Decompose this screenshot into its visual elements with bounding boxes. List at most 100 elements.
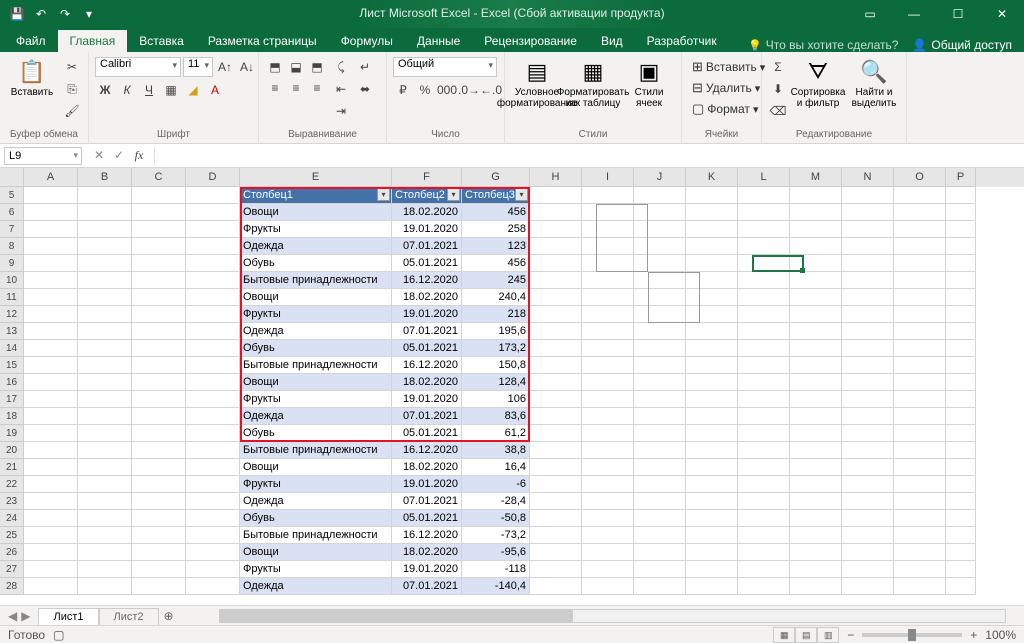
cell[interactable]: 16,4	[462, 459, 530, 476]
cell[interactable]	[790, 391, 842, 408]
cell[interactable]	[634, 323, 686, 340]
cell[interactable]	[78, 476, 132, 493]
comma-icon[interactable]: 000	[437, 80, 457, 100]
cell[interactable]	[738, 561, 790, 578]
cell[interactable]	[78, 493, 132, 510]
orientation-icon[interactable]: ⤹	[331, 57, 351, 77]
tell-me[interactable]: 💡 Что вы хотите сделать?	[748, 38, 898, 52]
inc-decimal-icon[interactable]: .0→	[459, 80, 479, 100]
cell[interactable]	[186, 306, 240, 323]
cell[interactable]	[790, 459, 842, 476]
cell[interactable]	[894, 476, 946, 493]
cell[interactable]	[186, 476, 240, 493]
cell[interactable]	[24, 357, 78, 374]
cell[interactable]	[842, 323, 894, 340]
tab-layout[interactable]: Разметка страницы	[196, 30, 329, 52]
cell[interactable]	[530, 527, 582, 544]
cell[interactable]: 18.02.2020	[392, 289, 462, 306]
cell[interactable]: 07.01.2021	[392, 408, 462, 425]
cell[interactable]	[78, 391, 132, 408]
row-header[interactable]: 9	[0, 255, 24, 272]
cell[interactable]	[790, 561, 842, 578]
cell[interactable]	[78, 238, 132, 255]
view-normal-icon[interactable]: ▦	[773, 627, 795, 643]
cell[interactable]	[946, 544, 976, 561]
cell[interactable]	[894, 425, 946, 442]
cell[interactable]	[790, 374, 842, 391]
cell[interactable]: Овощи	[240, 544, 392, 561]
zoom-thumb[interactable]	[908, 629, 916, 641]
number-format-combo[interactable]: Общий	[393, 57, 497, 77]
insert-cells-button[interactable]: ⊞Вставить ▾	[688, 57, 769, 77]
view-pagelayout-icon[interactable]: ▤	[795, 627, 817, 643]
cell[interactable]	[738, 425, 790, 442]
cell[interactable]	[686, 340, 738, 357]
tab-developer[interactable]: Разработчик	[635, 30, 729, 52]
cell[interactable]	[790, 289, 842, 306]
cell[interactable]	[946, 578, 976, 595]
cell[interactable]	[132, 561, 186, 578]
cell[interactable]	[946, 476, 976, 493]
cell[interactable]: 16.12.2020	[392, 527, 462, 544]
cell[interactable]	[582, 425, 634, 442]
cell[interactable]	[686, 493, 738, 510]
cell[interactable]	[186, 544, 240, 561]
cell[interactable]	[530, 425, 582, 442]
cell[interactable]	[132, 272, 186, 289]
cell[interactable]	[78, 442, 132, 459]
cell[interactable]	[894, 391, 946, 408]
cell[interactable]	[842, 289, 894, 306]
cell[interactable]	[894, 357, 946, 374]
cell[interactable]: Фрукты	[240, 561, 392, 578]
row-header[interactable]: 13	[0, 323, 24, 340]
cell[interactable]: -118	[462, 561, 530, 578]
cell[interactable]	[132, 357, 186, 374]
cell[interactable]	[530, 408, 582, 425]
cell[interactable]	[132, 510, 186, 527]
align-right-icon[interactable]: ≡	[307, 78, 327, 98]
row-header[interactable]: 12	[0, 306, 24, 323]
cell[interactable]	[634, 221, 686, 238]
col-header-B[interactable]: B	[78, 168, 132, 187]
cell[interactable]	[132, 306, 186, 323]
autosum-icon[interactable]: Σ	[768, 57, 788, 77]
cell[interactable]	[132, 544, 186, 561]
cell[interactable]	[186, 408, 240, 425]
cell[interactable]	[686, 578, 738, 595]
cell[interactable]	[24, 493, 78, 510]
cell[interactable]	[132, 476, 186, 493]
col-header-E[interactable]: E	[240, 168, 392, 187]
cell[interactable]	[686, 476, 738, 493]
cell[interactable]	[686, 544, 738, 561]
cell[interactable]	[686, 408, 738, 425]
cell[interactable]: Одежда	[240, 323, 392, 340]
cell[interactable]	[582, 289, 634, 306]
cell[interactable]: 19.01.2020	[392, 561, 462, 578]
ribbon-options-icon[interactable]: ▭	[848, 0, 892, 28]
cell[interactable]: 19.01.2020	[392, 221, 462, 238]
cell[interactable]	[634, 493, 686, 510]
cell[interactable]	[186, 255, 240, 272]
cell[interactable]: Столбец2▾	[392, 187, 462, 204]
cell[interactable]: Обувь	[240, 425, 392, 442]
wrap-text-icon[interactable]: ↵	[355, 57, 375, 77]
cell[interactable]: 195,6	[462, 323, 530, 340]
cell[interactable]	[530, 221, 582, 238]
row-header[interactable]: 11	[0, 289, 24, 306]
cell[interactable]	[790, 510, 842, 527]
cell[interactable]	[78, 459, 132, 476]
cell[interactable]	[790, 238, 842, 255]
cell[interactable]	[738, 374, 790, 391]
cell[interactable]	[738, 357, 790, 374]
cell[interactable]	[946, 510, 976, 527]
cell[interactable]	[132, 408, 186, 425]
cell[interactable]	[738, 340, 790, 357]
cell[interactable]	[842, 493, 894, 510]
row-header[interactable]: 27	[0, 561, 24, 578]
cell[interactable]: Обувь	[240, 340, 392, 357]
underline-icon[interactable]: Ч	[139, 80, 159, 100]
cell[interactable]: -73,2	[462, 527, 530, 544]
cell[interactable]	[790, 323, 842, 340]
cell[interactable]	[24, 340, 78, 357]
cell[interactable]	[790, 306, 842, 323]
